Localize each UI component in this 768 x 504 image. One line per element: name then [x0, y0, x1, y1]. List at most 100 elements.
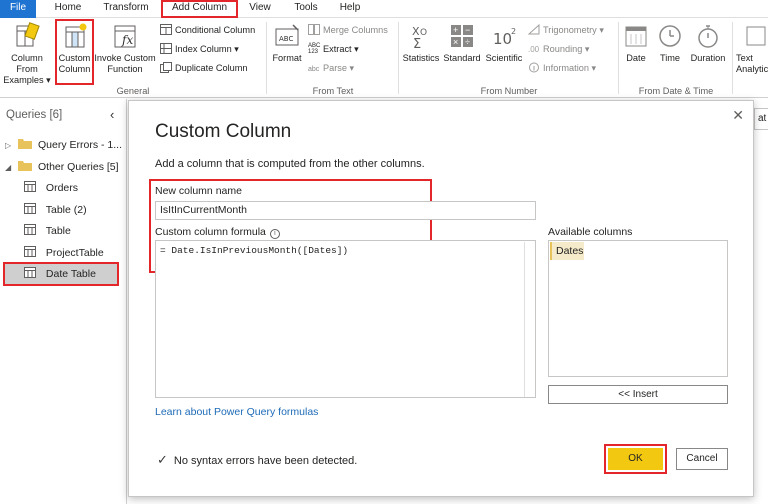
- time-button[interactable]: Time: [654, 22, 686, 64]
- formula-editor[interactable]: = Date.IsInPreviousMonth([Dates]): [155, 240, 536, 398]
- new-column-name-input[interactable]: IsItInCurrentMonth: [155, 201, 536, 220]
- statistics-icon: X O Σ: [412, 25, 427, 50]
- available-column-item[interactable]: Dates: [550, 242, 584, 260]
- cancel-button[interactable]: Cancel: [676, 448, 728, 470]
- ribbon: Column From Examples ▾ Custom Column fx …: [0, 18, 768, 98]
- duration-button[interactable]: Duration: [688, 22, 728, 64]
- custom-column-label-2: Column: [58, 64, 91, 74]
- standard-label: Standard: [443, 53, 481, 63]
- learn-formulas-link[interactable]: Learn about Power Query formulas: [155, 406, 318, 418]
- query-folder-other[interactable]: ◢ Other Queries [5]: [5, 157, 127, 177]
- checkmark-icon: ✓: [157, 452, 168, 467]
- query-item-label: Date Table: [45, 268, 96, 280]
- close-icon[interactable]: ✕: [732, 107, 744, 124]
- formula-scrollbar[interactable]: [524, 242, 534, 397]
- trigonometry-label: Trigonometry ▾: [543, 25, 604, 35]
- ribbon-separator: [266, 22, 267, 94]
- collapse-pane-icon[interactable]: ‹: [110, 107, 114, 122]
- column-from-examples-button[interactable]: Column From Examples ▾: [0, 22, 54, 86]
- custom-column-label-1: Custom: [58, 53, 91, 63]
- parse-button[interactable]: abc Parse ▾: [308, 62, 354, 76]
- menu-tools[interactable]: Tools: [288, 0, 324, 18]
- extract-button[interactable]: ABC 123 Extract ▾: [308, 43, 359, 55]
- table-icon: [24, 224, 36, 235]
- formula-label: Custom column formula i: [155, 226, 280, 239]
- date-button[interactable]: Date: [620, 22, 652, 64]
- format-button[interactable]: ABC Format: [268, 22, 306, 64]
- parse-icon: abc: [308, 66, 320, 73]
- conditional-column-icon: [160, 24, 172, 35]
- menu-view[interactable]: View: [244, 0, 276, 18]
- conditional-column-label: Conditional Column: [175, 25, 256, 35]
- date-label: Date: [626, 53, 646, 63]
- custom-column-button[interactable]: Custom Column: [55, 19, 94, 85]
- syntax-status-text: No syntax errors have been detected.: [173, 455, 358, 467]
- scientific-icon: 10 2: [493, 27, 516, 48]
- menu-home[interactable]: Home: [48, 0, 88, 18]
- invoke-custom-function-button[interactable]: fx Invoke Custom Function: [94, 22, 156, 75]
- query-item-date-table[interactable]: Date Table: [3, 262, 119, 286]
- text-analytics-button[interactable]: Text Analytics: [736, 22, 768, 75]
- new-column-name-label: New column name: [155, 185, 242, 197]
- svg-text:+: +: [453, 25, 458, 35]
- standard-button[interactable]: + − × ÷ Standard: [442, 22, 482, 64]
- collapse-arrow-icon: ◢: [5, 163, 12, 172]
- menu-add-column[interactable]: Add Column: [161, 0, 238, 18]
- svg-text:2: 2: [511, 27, 516, 36]
- column-from-examples-icon: [16, 22, 40, 47]
- query-item-table[interactable]: Table: [24, 221, 124, 241]
- ribbon-separator: [732, 22, 733, 94]
- trigonometry-button[interactable]: Trigonometry ▾: [528, 24, 604, 36]
- information-icon: [529, 62, 539, 73]
- menu-file[interactable]: File: [0, 0, 36, 18]
- query-item-projecttable[interactable]: ProjectTable: [24, 243, 124, 263]
- statistics-button[interactable]: X O Σ Statistics: [401, 22, 441, 64]
- format-label: Format: [272, 53, 302, 63]
- text-analytics-icon: [746, 26, 766, 46]
- menu-transform[interactable]: Transform: [98, 0, 154, 18]
- available-columns-list[interactable]: Dates: [548, 240, 728, 377]
- duration-label: Duration: [690, 53, 726, 63]
- menu-help[interactable]: Help: [334, 0, 366, 18]
- merge-columns-button[interactable]: Merge Columns: [308, 24, 388, 36]
- index-column-icon: [160, 43, 172, 54]
- extract-icon-line-2: 123: [308, 49, 319, 55]
- scientific-button[interactable]: 10 2 Scientific: [484, 22, 524, 64]
- format-icon: ABC: [275, 24, 299, 46]
- dialog-title: Custom Column: [155, 121, 292, 142]
- extract-icon: ABC 123: [308, 43, 321, 55]
- query-folder-errors[interactable]: ▷ Query Errors - 1...: [5, 135, 127, 155]
- duplicate-column-button[interactable]: Duplicate Column: [160, 62, 248, 74]
- group-label-from-text: From Text: [312, 86, 354, 96]
- query-item-orders[interactable]: Orders: [24, 178, 124, 198]
- ok-button[interactable]: OK: [608, 448, 663, 470]
- triangle-icon: [528, 24, 540, 35]
- group-label-general: General: [116, 86, 150, 96]
- insert-button[interactable]: << Insert: [548, 385, 728, 404]
- statistics-label: Statistics: [402, 53, 440, 63]
- index-column-label: Index Column ▾: [175, 44, 239, 54]
- duplicate-column-label: Duplicate Column: [175, 63, 248, 73]
- conditional-column-button[interactable]: Conditional Column: [160, 24, 255, 36]
- table-icon: [24, 246, 36, 257]
- extract-label: Extract ▾: [323, 44, 359, 54]
- svg-text:10: 10: [493, 30, 512, 48]
- folder-icon: [18, 161, 33, 171]
- information-button[interactable]: Information ▾: [528, 62, 596, 74]
- svg-text:fx: fx: [121, 33, 133, 47]
- available-columns-label: Available columns: [548, 226, 633, 238]
- query-item-label: Orders: [45, 182, 79, 194]
- dialog-subtitle: Add a column that is computed from the o…: [155, 158, 425, 170]
- rounding-button[interactable]: .00 Rounding ▾: [528, 43, 590, 55]
- folder-icon: [18, 139, 33, 149]
- query-item-table-2[interactable]: Table (2): [24, 200, 124, 220]
- merge-columns-label: Merge Columns: [323, 25, 388, 35]
- information-label: Information ▾: [543, 63, 597, 73]
- stopwatch-icon: [698, 25, 718, 48]
- ribbon-separator: [618, 22, 619, 94]
- index-column-button[interactable]: Index Column ▾: [160, 43, 239, 55]
- syntax-status: ✓ No syntax errors have been detected.: [157, 452, 357, 468]
- scientific-label: Scientific: [485, 53, 523, 63]
- info-icon[interactable]: i: [269, 229, 280, 239]
- text-analytics-label-2: Analytics: [736, 64, 768, 74]
